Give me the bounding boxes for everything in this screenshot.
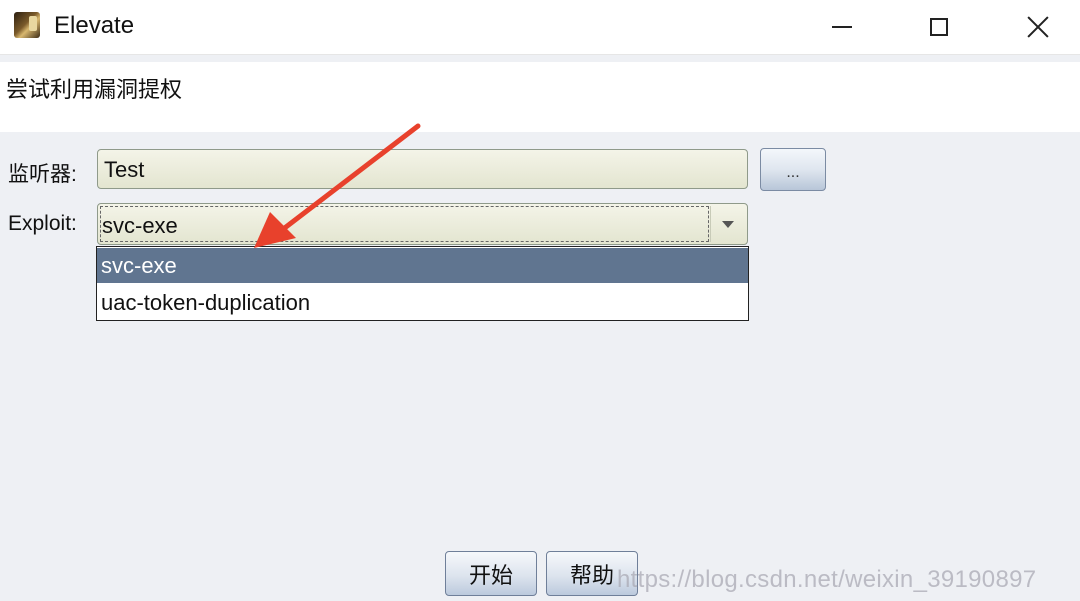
exploit-option-svc-exe[interactable]: svc-exe <box>97 248 748 283</box>
description-panel: 尝试利用漏洞提权 <box>0 62 1080 132</box>
watermark: https://blog.csdn.net/weixin_39190897 <box>617 566 1037 593</box>
exploit-selected-value: svc-exe <box>102 213 178 238</box>
listener-value: Test <box>104 157 145 182</box>
exploit-select[interactable]: svc-exe <box>97 203 748 245</box>
minimize-button[interactable] <box>802 0 882 54</box>
exploit-dropdown-list: svc-exe uac-token-duplication <box>96 246 749 321</box>
focus-ring <box>100 206 709 242</box>
exploit-dropdown-toggle[interactable] <box>710 206 745 242</box>
exploit-label: Exploit: <box>8 212 77 235</box>
browse-listener-button[interactable]: ... <box>760 148 826 191</box>
chevron-down-icon <box>722 220 734 228</box>
exploit-option-uac-token-duplication[interactable]: uac-token-duplication <box>97 285 748 320</box>
minimize-icon <box>832 26 852 28</box>
app-icon <box>14 12 40 38</box>
close-button[interactable] <box>998 0 1078 54</box>
title-bar: Elevate <box>0 0 1080 55</box>
listener-field[interactable]: Test <box>97 149 748 189</box>
description-text: 尝试利用漏洞提权 <box>6 77 183 102</box>
maximize-icon <box>930 18 948 36</box>
close-icon <box>1026 15 1050 39</box>
window-title: Elevate <box>54 12 135 39</box>
maximize-button[interactable] <box>899 0 979 54</box>
start-button[interactable]: 开始 <box>445 551 537 596</box>
listener-label: 监听器: <box>8 163 77 186</box>
